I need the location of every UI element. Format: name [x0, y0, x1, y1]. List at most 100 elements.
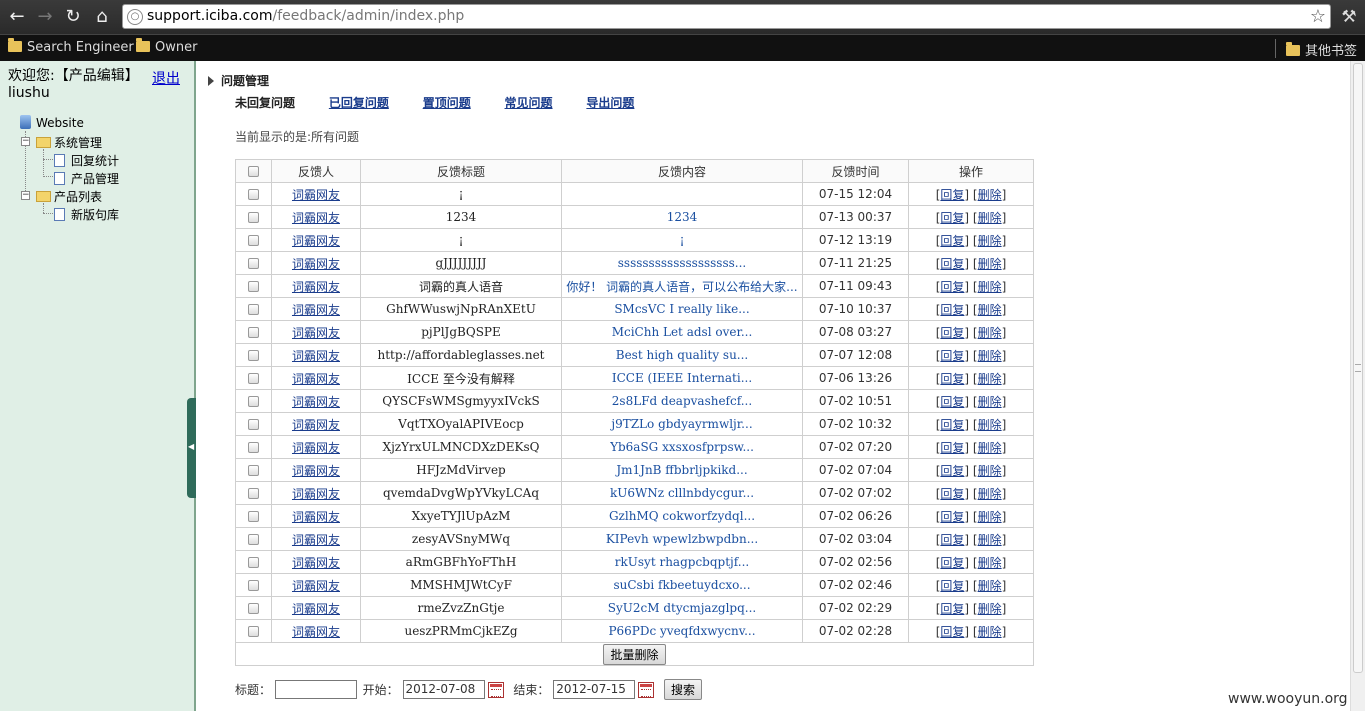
page-scrollbar[interactable]	[1350, 61, 1365, 711]
delete-link[interactable]: 删除	[978, 234, 1002, 248]
row-user-link[interactable]: 词霸网友	[292, 487, 340, 501]
tree-item-product-manage[interactable]: 产品管理	[54, 170, 119, 187]
tab-pinned[interactable]: 置顶问题	[423, 94, 471, 111]
delete-link[interactable]: 删除	[978, 579, 1002, 593]
calendar-icon[interactable]	[487, 681, 504, 698]
reply-link[interactable]: 回复	[940, 211, 964, 225]
row-checkbox[interactable]	[248, 603, 259, 614]
sidebar-collapse-handle[interactable]: ◀	[187, 398, 196, 498]
tree-item-sentence-lib[interactable]: 新版句库	[54, 206, 119, 223]
row-content[interactable]: Jm1JnB ffbbrljpkikd...	[561, 458, 803, 482]
row-content[interactable]: SMcsVC I really like...	[561, 297, 803, 321]
row-checkbox[interactable]	[248, 258, 259, 269]
row-user-link[interactable]: 词霸网友	[292, 556, 340, 570]
row-checkbox[interactable]	[248, 350, 259, 361]
row-user-link[interactable]: 词霸网友	[292, 326, 340, 340]
delete-link[interactable]: 删除	[978, 533, 1002, 547]
search-button[interactable]: 搜索	[664, 679, 703, 700]
row-content[interactable]: P66PDc yveqfdxwycnv...	[561, 619, 803, 643]
reply-link[interactable]: 回复	[940, 579, 964, 593]
delete-link[interactable]: 删除	[978, 395, 1002, 409]
reply-link[interactable]: 回复	[940, 372, 964, 386]
tab-replied[interactable]: 已回复问题	[329, 94, 389, 111]
row-user-link[interactable]: 词霸网友	[292, 211, 340, 225]
reply-link[interactable]: 回复	[940, 303, 964, 317]
reply-link[interactable]: 回复	[940, 418, 964, 432]
reply-link[interactable]: 回复	[940, 533, 964, 547]
row-checkbox[interactable]	[248, 281, 259, 292]
bookmark-owner[interactable]: Owner	[136, 38, 197, 55]
row-content[interactable]: rkUsyt rhagpcbqptjf...	[561, 550, 803, 574]
delete-link[interactable]: 删除	[978, 602, 1002, 616]
start-date-input[interactable]: 2012-07-08	[402, 680, 485, 699]
row-content[interactable]: ¡	[561, 228, 803, 252]
row-checkbox[interactable]	[248, 442, 259, 453]
batch-delete-button[interactable]: 批量删除	[603, 643, 666, 665]
reload-icon[interactable]: ↻	[62, 6, 84, 28]
row-checkbox[interactable]	[248, 373, 259, 384]
row-checkbox[interactable]	[248, 465, 259, 476]
delete-link[interactable]: 删除	[978, 464, 1002, 478]
delete-link[interactable]: 删除	[978, 441, 1002, 455]
row-user-link[interactable]: 词霸网友	[292, 349, 340, 363]
row-content[interactable]: GzlhMQ cokworfzydql...	[561, 504, 803, 528]
row-checkbox[interactable]	[248, 396, 259, 407]
collapse-toggle-icon[interactable]: −	[21, 191, 30, 200]
row-checkbox[interactable]	[248, 419, 259, 430]
title-input[interactable]	[274, 680, 357, 699]
row-content[interactable]: KIPevh wpewlzbwpdbn...	[561, 527, 803, 551]
reply-link[interactable]: 回复	[940, 464, 964, 478]
delete-link[interactable]: 删除	[978, 211, 1002, 225]
row-checkbox[interactable]	[248, 580, 259, 591]
row-checkbox[interactable]	[248, 626, 259, 637]
reply-link[interactable]: 回复	[940, 602, 964, 616]
row-checkbox[interactable]	[248, 235, 259, 246]
delete-link[interactable]: 删除	[978, 556, 1002, 570]
row-content[interactable]: Yb6aSG xxsxosfprpsw...	[561, 435, 803, 459]
delete-link[interactable]: 删除	[978, 280, 1002, 294]
row-content[interactable]: 你好！ 词霸的真人语音，可以公布给大家...	[561, 274, 803, 298]
delete-link[interactable]: 删除	[978, 257, 1002, 271]
delete-link[interactable]: 删除	[978, 349, 1002, 363]
row-checkbox[interactable]	[248, 557, 259, 568]
home-icon[interactable]: ⌂	[91, 6, 113, 28]
row-content[interactable]: Best high quality su...	[561, 343, 803, 367]
row-user-link[interactable]: 词霸网友	[292, 372, 340, 386]
tree-root-website[interactable]: Website	[20, 115, 84, 130]
delete-link[interactable]: 删除	[978, 326, 1002, 340]
row-user-link[interactable]: 词霸网友	[292, 234, 340, 248]
forward-arrow-icon[interactable]: →	[34, 6, 56, 28]
row-content[interactable]: 1234	[561, 205, 803, 229]
row-content[interactable]: j9TZLo gbdyayrmwljr...	[561, 412, 803, 436]
tree-item-reply-stats[interactable]: 回复统计	[54, 152, 119, 169]
bookmark-search-engineer[interactable]: Search Engineer	[8, 38, 134, 55]
collapse-toggle-icon[interactable]: −	[21, 137, 30, 146]
reply-link[interactable]: 回复	[940, 257, 964, 271]
row-content[interactable]: ICCE (IEEE Internati...	[561, 366, 803, 390]
reply-link[interactable]: 回复	[940, 234, 964, 248]
row-checkbox[interactable]	[248, 488, 259, 499]
bookmark-star-icon[interactable]: ☆	[1310, 6, 1326, 27]
row-content[interactable]: sssssssssssssssssss...	[561, 251, 803, 275]
row-checkbox[interactable]	[248, 534, 259, 545]
row-user-link[interactable]: 词霸网友	[292, 188, 340, 202]
tree-group-system[interactable]: 系统管理	[36, 134, 102, 151]
tab-unreplied[interactable]: 未回复问题	[235, 94, 295, 111]
row-content[interactable]: MciChh Let adsl over...	[561, 320, 803, 344]
delete-link[interactable]: 删除	[978, 303, 1002, 317]
reply-link[interactable]: 回复	[940, 280, 964, 294]
reply-link[interactable]: 回复	[940, 556, 964, 570]
row-user-link[interactable]: 词霸网友	[292, 395, 340, 409]
reply-link[interactable]: 回复	[940, 625, 964, 639]
row-user-link[interactable]: 词霸网友	[292, 464, 340, 478]
delete-link[interactable]: 删除	[978, 418, 1002, 432]
row-user-link[interactable]: 词霸网友	[292, 280, 340, 294]
delete-link[interactable]: 删除	[978, 372, 1002, 386]
calendar-icon[interactable]	[638, 681, 655, 698]
row-checkbox[interactable]	[248, 212, 259, 223]
tab-export[interactable]: 导出问题	[586, 94, 634, 111]
bookmark-other[interactable]: 其他书签	[1286, 40, 1357, 59]
row-content[interactable]: suCsbi fkbeetuydcxo...	[561, 573, 803, 597]
end-date-input[interactable]: 2012-07-15	[553, 680, 636, 699]
tree-group-products[interactable]: 产品列表	[36, 188, 102, 205]
